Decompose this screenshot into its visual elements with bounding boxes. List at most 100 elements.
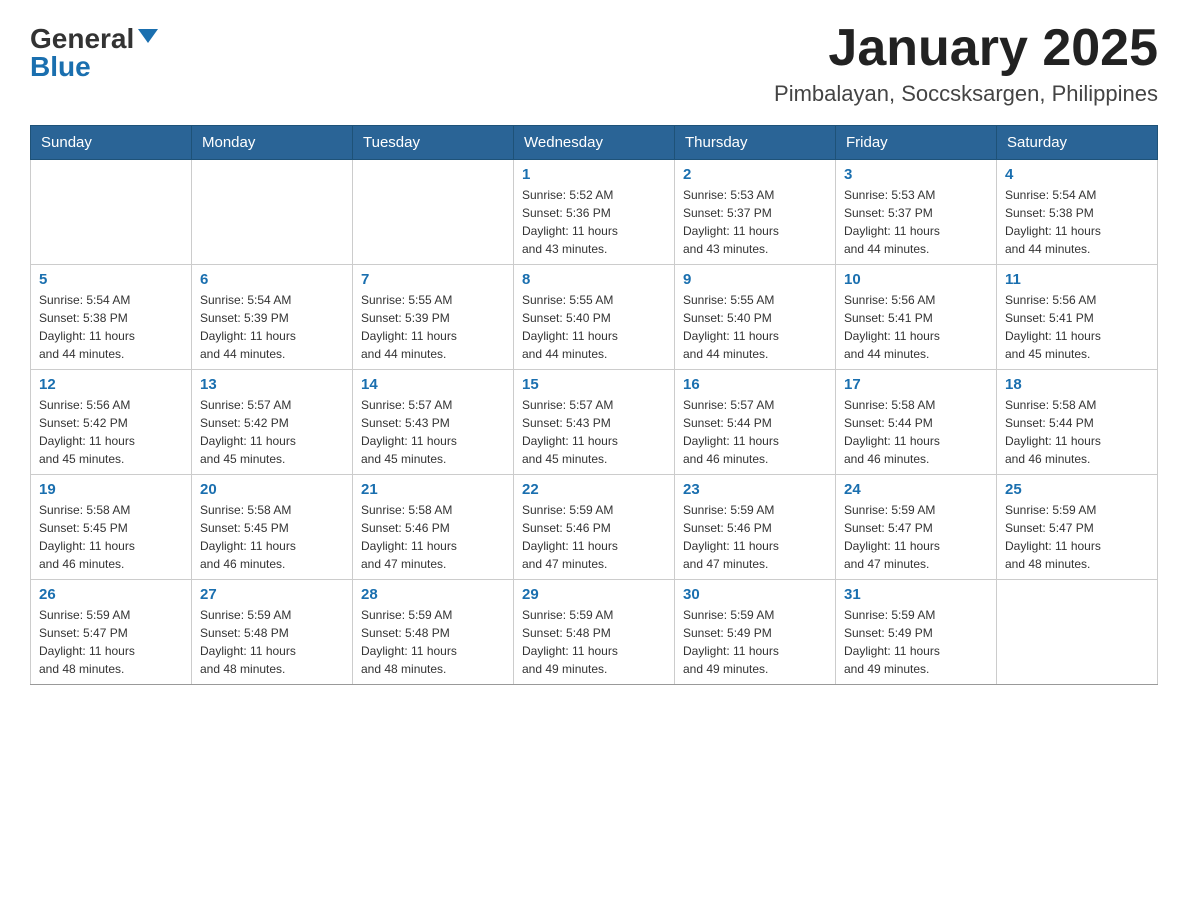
day-number: 29 [522, 586, 666, 603]
calendar-cell: 6 Sunrise: 5:54 AM Sunset: 5:39 PM Daylig… [192, 265, 353, 370]
calendar-cell [192, 160, 353, 265]
day-info: Sunrise: 5:59 AM Sunset: 5:46 PM Dayligh… [522, 501, 666, 573]
day-number: 1 [522, 166, 666, 183]
day-info: Sunrise: 5:55 AM Sunset: 5:39 PM Dayligh… [361, 291, 505, 363]
day-info: Sunrise: 5:57 AM Sunset: 5:44 PM Dayligh… [683, 396, 827, 468]
location-title: Pimbalayan, Soccsksargen, Philippines [774, 81, 1158, 107]
day-number: 16 [683, 376, 827, 393]
weekday-header-saturday: Saturday [997, 126, 1158, 160]
calendar-cell: 11 Sunrise: 5:56 AM Sunset: 5:41 PM Dayli… [997, 265, 1158, 370]
day-number: 23 [683, 481, 827, 498]
day-number: 6 [200, 271, 344, 288]
day-info: Sunrise: 5:59 AM Sunset: 5:49 PM Dayligh… [844, 606, 988, 678]
calendar-cell: 14 Sunrise: 5:57 AM Sunset: 5:43 PM Dayli… [353, 370, 514, 475]
calendar-cell: 22 Sunrise: 5:59 AM Sunset: 5:46 PM Dayli… [514, 475, 675, 580]
day-number: 22 [522, 481, 666, 498]
day-number: 15 [522, 376, 666, 393]
logo-general-text: General [30, 25, 134, 53]
calendar-cell: 31 Sunrise: 5:59 AM Sunset: 5:49 PM Dayli… [836, 580, 997, 685]
day-info: Sunrise: 5:55 AM Sunset: 5:40 PM Dayligh… [522, 291, 666, 363]
day-number: 2 [683, 166, 827, 183]
calendar-week-1: 1 Sunrise: 5:52 AM Sunset: 5:36 PM Daylig… [31, 160, 1158, 265]
day-info: Sunrise: 5:56 AM Sunset: 5:42 PM Dayligh… [39, 396, 183, 468]
logo-arrow-icon [138, 29, 158, 43]
calendar-cell: 23 Sunrise: 5:59 AM Sunset: 5:46 PM Dayli… [675, 475, 836, 580]
day-info: Sunrise: 5:54 AM Sunset: 5:39 PM Dayligh… [200, 291, 344, 363]
calendar-cell: 27 Sunrise: 5:59 AM Sunset: 5:48 PM Dayli… [192, 580, 353, 685]
calendar-cell: 12 Sunrise: 5:56 AM Sunset: 5:42 PM Dayli… [31, 370, 192, 475]
day-number: 14 [361, 376, 505, 393]
day-info: Sunrise: 5:59 AM Sunset: 5:48 PM Dayligh… [200, 606, 344, 678]
day-number: 17 [844, 376, 988, 393]
calendar-week-4: 19 Sunrise: 5:58 AM Sunset: 5:45 PM Dayli… [31, 475, 1158, 580]
page-header: General Blue January 2025 Pimbalayan, So… [30, 20, 1158, 107]
weekday-header-wednesday: Wednesday [514, 126, 675, 160]
calendar-cell: 2 Sunrise: 5:53 AM Sunset: 5:37 PM Daylig… [675, 160, 836, 265]
calendar-header: SundayMondayTuesdayWednesdayThursdayFrid… [31, 126, 1158, 160]
calendar-cell: 29 Sunrise: 5:59 AM Sunset: 5:48 PM Dayli… [514, 580, 675, 685]
day-number: 26 [39, 586, 183, 603]
day-number: 27 [200, 586, 344, 603]
day-info: Sunrise: 5:59 AM Sunset: 5:49 PM Dayligh… [683, 606, 827, 678]
calendar-table: SundayMondayTuesdayWednesdayThursdayFrid… [30, 125, 1158, 685]
weekday-header-friday: Friday [836, 126, 997, 160]
day-number: 9 [683, 271, 827, 288]
day-number: 25 [1005, 481, 1149, 498]
calendar-cell: 19 Sunrise: 5:58 AM Sunset: 5:45 PM Dayli… [31, 475, 192, 580]
day-number: 31 [844, 586, 988, 603]
day-number: 3 [844, 166, 988, 183]
calendar-cell: 26 Sunrise: 5:59 AM Sunset: 5:47 PM Dayli… [31, 580, 192, 685]
calendar-cell [353, 160, 514, 265]
day-info: Sunrise: 5:56 AM Sunset: 5:41 PM Dayligh… [1005, 291, 1149, 363]
calendar-body: 1 Sunrise: 5:52 AM Sunset: 5:36 PM Daylig… [31, 160, 1158, 685]
day-number: 18 [1005, 376, 1149, 393]
weekday-header-row: SundayMondayTuesdayWednesdayThursdayFrid… [31, 126, 1158, 160]
calendar-cell: 10Sunrise: 5:56 AM Sunset: 5:41 PM Dayli… [836, 265, 997, 370]
title-section: January 2025 Pimbalayan, Soccsksargen, P… [774, 20, 1158, 107]
day-info: Sunrise: 5:59 AM Sunset: 5:48 PM Dayligh… [522, 606, 666, 678]
day-info: Sunrise: 5:52 AM Sunset: 5:36 PM Dayligh… [522, 186, 666, 258]
day-info: Sunrise: 5:57 AM Sunset: 5:43 PM Dayligh… [522, 396, 666, 468]
calendar-cell: 24Sunrise: 5:59 AM Sunset: 5:47 PM Dayli… [836, 475, 997, 580]
day-info: Sunrise: 5:54 AM Sunset: 5:38 PM Dayligh… [1005, 186, 1149, 258]
day-info: Sunrise: 5:57 AM Sunset: 5:42 PM Dayligh… [200, 396, 344, 468]
day-number: 4 [1005, 166, 1149, 183]
day-info: Sunrise: 5:57 AM Sunset: 5:43 PM Dayligh… [361, 396, 505, 468]
day-info: Sunrise: 5:58 AM Sunset: 5:44 PM Dayligh… [1005, 396, 1149, 468]
calendar-cell [997, 580, 1158, 685]
day-info: Sunrise: 5:54 AM Sunset: 5:38 PM Dayligh… [39, 291, 183, 363]
month-title: January 2025 [774, 20, 1158, 77]
day-number: 19 [39, 481, 183, 498]
calendar-cell: 17 Sunrise: 5:58 AM Sunset: 5:44 PM Dayli… [836, 370, 997, 475]
day-info: Sunrise: 5:55 AM Sunset: 5:40 PM Dayligh… [683, 291, 827, 363]
calendar-cell: 21Sunrise: 5:58 AM Sunset: 5:46 PM Dayli… [353, 475, 514, 580]
day-number: 21 [361, 481, 505, 498]
weekday-header-thursday: Thursday [675, 126, 836, 160]
day-number: 30 [683, 586, 827, 603]
day-number: 7 [361, 271, 505, 288]
calendar-cell: 25Sunrise: 5:59 AM Sunset: 5:47 PM Dayli… [997, 475, 1158, 580]
logo-blue-text: Blue [30, 53, 91, 81]
calendar-cell: 5 Sunrise: 5:54 AM Sunset: 5:38 PM Daylig… [31, 265, 192, 370]
day-number: 11 [1005, 271, 1149, 288]
day-info: Sunrise: 5:58 AM Sunset: 5:45 PM Dayligh… [200, 501, 344, 573]
calendar-cell: 13Sunrise: 5:57 AM Sunset: 5:42 PM Dayli… [192, 370, 353, 475]
day-number: 28 [361, 586, 505, 603]
day-number: 24 [844, 481, 988, 498]
calendar-cell: 3Sunrise: 5:53 AM Sunset: 5:37 PM Daylig… [836, 160, 997, 265]
calendar-cell: 18 Sunrise: 5:58 AM Sunset: 5:44 PM Dayli… [997, 370, 1158, 475]
day-info: Sunrise: 5:59 AM Sunset: 5:46 PM Dayligh… [683, 501, 827, 573]
weekday-header-tuesday: Tuesday [353, 126, 514, 160]
weekday-header-monday: Monday [192, 126, 353, 160]
calendar-cell: 7 Sunrise: 5:55 AM Sunset: 5:39 PM Daylig… [353, 265, 514, 370]
day-info: Sunrise: 5:58 AM Sunset: 5:45 PM Dayligh… [39, 501, 183, 573]
calendar-cell: 16 Sunrise: 5:57 AM Sunset: 5:44 PM Dayli… [675, 370, 836, 475]
day-info: Sunrise: 5:59 AM Sunset: 5:47 PM Dayligh… [39, 606, 183, 678]
day-number: 8 [522, 271, 666, 288]
day-info: Sunrise: 5:58 AM Sunset: 5:44 PM Dayligh… [844, 396, 988, 468]
calendar-cell: 20Sunrise: 5:58 AM Sunset: 5:45 PM Dayli… [192, 475, 353, 580]
calendar-cell: 1 Sunrise: 5:52 AM Sunset: 5:36 PM Daylig… [514, 160, 675, 265]
day-number: 12 [39, 376, 183, 393]
day-number: 5 [39, 271, 183, 288]
day-info: Sunrise: 5:53 AM Sunset: 5:37 PM Dayligh… [683, 186, 827, 258]
